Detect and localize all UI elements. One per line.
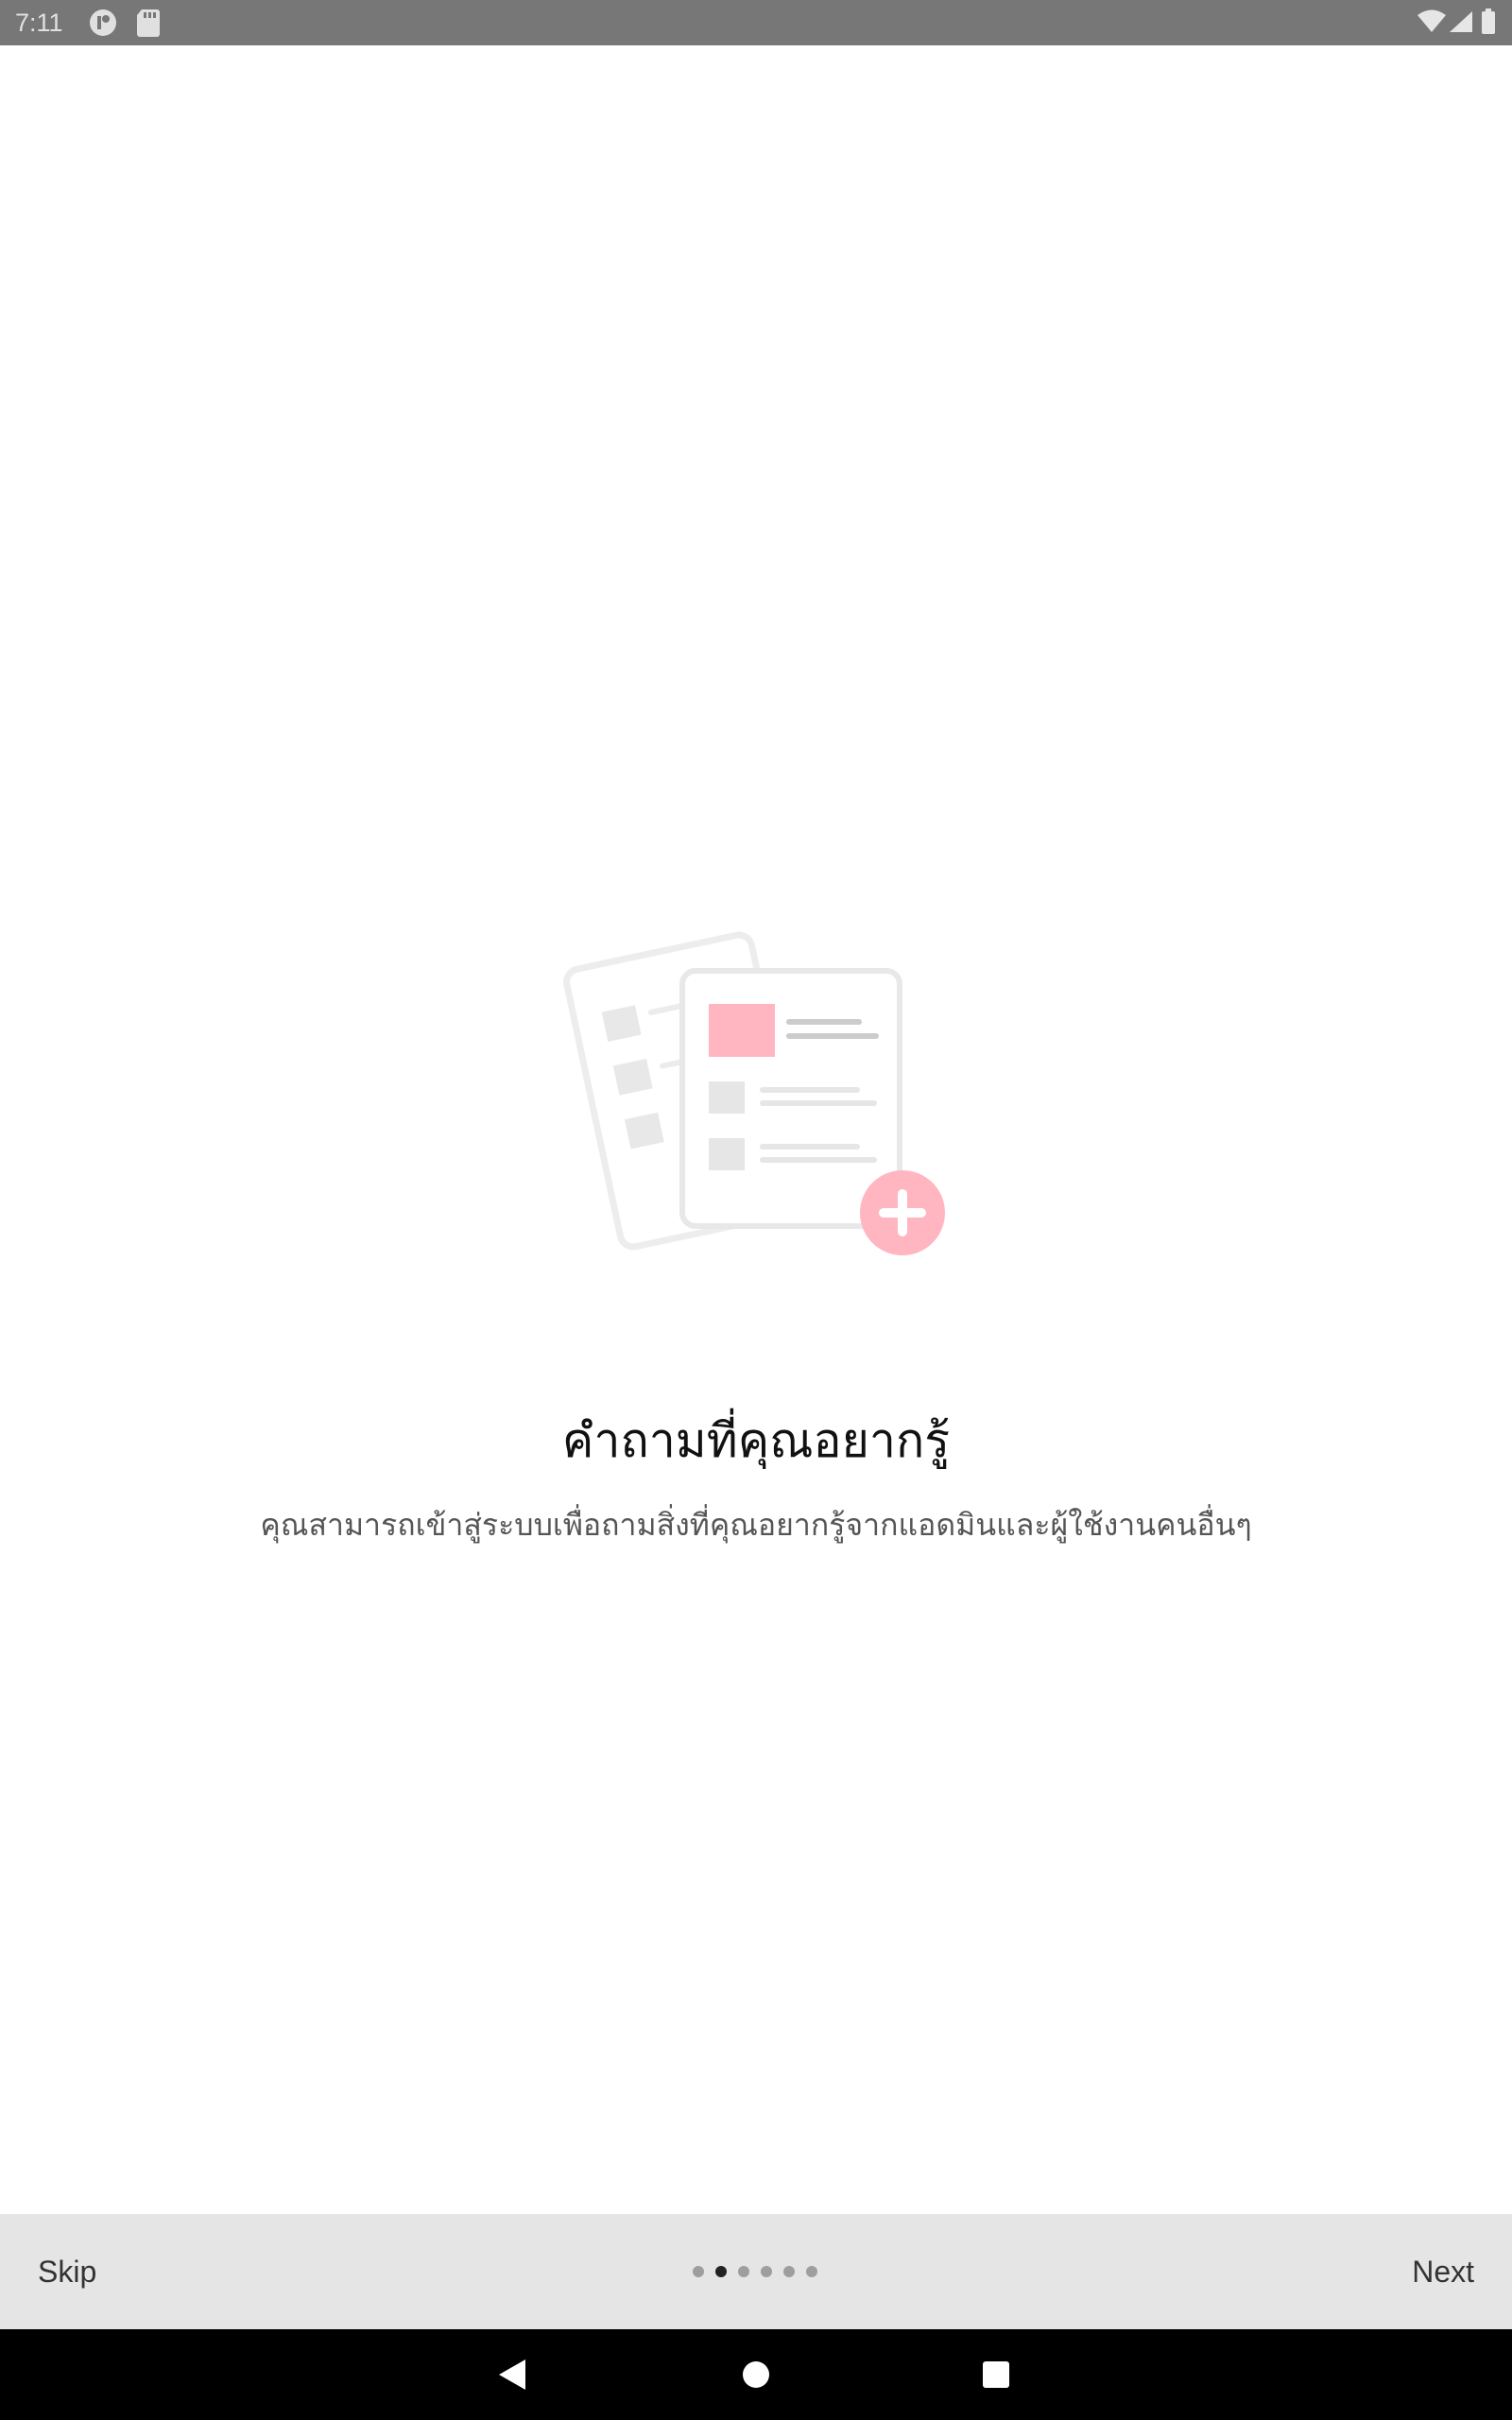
- documents-add-icon: [563, 931, 945, 1255]
- wifi-icon: [1418, 9, 1446, 32]
- status-indicators: [1418, 9, 1495, 34]
- app-icon: [90, 9, 116, 36]
- onboarding-subtitle: คุณสามารถเข้าสู่ระบบเพื่อถามสิ่งที่คุณอย…: [260, 1507, 1252, 1543]
- skip-button[interactable]: Skip: [38, 2248, 96, 2295]
- next-button[interactable]: Next: [1412, 2248, 1474, 2295]
- page-dot-6[interactable]: [806, 2266, 817, 2277]
- home-icon[interactable]: [728, 2329, 784, 2420]
- page-dot-1[interactable]: [693, 2266, 704, 2277]
- status-time: 7:11: [15, 9, 63, 37]
- onboarding-bottom-bar: Skip Next: [0, 2214, 1512, 2329]
- navigation-bar: [0, 2329, 1512, 2420]
- page-dot-3[interactable]: [738, 2266, 749, 2277]
- onboarding-title: คำถามที่คุณอยากรู้: [561, 1413, 951, 1468]
- page-indicator: [693, 2266, 817, 2279]
- signal-icon: [1450, 11, 1472, 32]
- recents-icon[interactable]: [970, 2329, 1026, 2420]
- page-dot-5[interactable]: [783, 2266, 795, 2277]
- back-icon[interactable]: [482, 2329, 539, 2420]
- page-dot-2-active[interactable]: [715, 2266, 727, 2277]
- battery-icon: [1482, 11, 1495, 34]
- status-bar: 7:11: [0, 0, 1512, 45]
- page-dot-4[interactable]: [761, 2266, 772, 2277]
- sd-card-icon: [137, 9, 160, 37]
